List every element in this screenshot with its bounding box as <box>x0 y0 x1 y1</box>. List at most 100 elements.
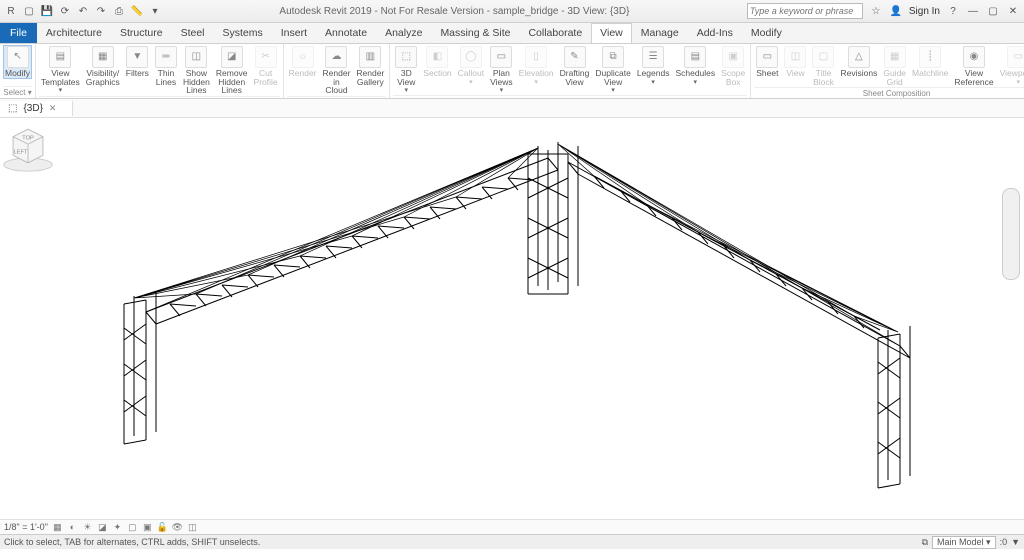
help-search-input[interactable] <box>747 3 863 19</box>
window-title: Autodesk Revit 2019 - Not For Resale Ver… <box>162 6 747 17</box>
filters-button[interactable]: ▼Filters <box>124 45 151 79</box>
matchline-icon: ┋ <box>919 46 941 68</box>
panel-presentation: ☼Render ☁Render in Cloud ▥Render Gallery… <box>284 44 391 98</box>
drafting-icon: ✎ <box>564 46 586 68</box>
panel-label[interactable]: Select ▾ <box>3 86 32 98</box>
panel-select: ↖Modify Select ▾ <box>0 44 36 98</box>
close-tab-icon[interactable]: ✕ <box>49 103 57 114</box>
thin-lines-button[interactable]: ═Thin Lines <box>153 45 179 87</box>
tab-systems[interactable]: Systems <box>214 23 272 43</box>
remove-hidden-button[interactable]: ◪Remove Hidden Lines <box>214 45 250 96</box>
view-icon: ◫ <box>784 46 806 68</box>
modify-button[interactable]: ↖Modify <box>3 45 32 79</box>
scale-selector[interactable]: 1/8" = 1'-0" <box>4 522 48 532</box>
title-bar: R ▢ 💾 ⟳ ↶ ↷ ⎙ 📏 ▾ Autodesk Revit 2019 - … <box>0 0 1024 23</box>
titleblock-icon: ▢ <box>812 46 834 68</box>
print-icon[interactable]: ⎙ <box>112 4 126 18</box>
duplicate-icon: ⧉ <box>602 46 624 68</box>
tab-annotate[interactable]: Annotate <box>316 23 376 43</box>
viewref-icon: ◉ <box>963 46 985 68</box>
sync-icon[interactable]: ⟳ <box>58 4 72 18</box>
save-icon[interactable]: 💾 <box>40 4 54 18</box>
guide-grid-button: ▦Guide Grid <box>881 45 908 87</box>
maximize-icon[interactable]: ▢ <box>986 4 1000 18</box>
drafting-view-button[interactable]: ✎Drafting View <box>558 45 592 87</box>
view-cube[interactable]: TOP LEFT <box>0 118 56 174</box>
viewports-button: ▭Viewports▾ <box>998 45 1024 87</box>
render-cloud-button[interactable]: ☁Render in Cloud <box>321 45 353 96</box>
plan-views-button[interactable]: ▭Plan Views▾ <box>488 45 515 95</box>
file-tab[interactable]: File <box>0 23 37 43</box>
tab-analyze[interactable]: Analyze <box>376 23 431 43</box>
measure-icon[interactable]: 📏 <box>130 4 144 18</box>
tab-steel[interactable]: Steel <box>172 23 214 43</box>
view-reference-button[interactable]: ◉View Reference <box>952 45 995 87</box>
redo-icon[interactable]: ↷ <box>94 4 108 18</box>
filter-icon[interactable]: ▼ <box>1011 537 1020 547</box>
panel-sheet: ▭Sheet ◫View ▢Title Block △Revisions ▦Gu… <box>751 44 1024 98</box>
section-button: ◧Section <box>421 45 453 79</box>
revisions-button[interactable]: △Revisions <box>838 45 879 79</box>
cut-icon: ✂ <box>255 46 277 68</box>
panel-create: ⬚3D View▾ ◧Section ◯Callout▾ ▭Plan Views… <box>390 44 751 98</box>
sun-path-icon[interactable]: ☀ <box>82 522 93 533</box>
reveal-hidden-icon[interactable]: ◫ <box>187 522 198 533</box>
tab-collaborate[interactable]: Collaborate <box>519 23 591 43</box>
tab-view[interactable]: View <box>591 23 632 43</box>
tab-architecture[interactable]: Architecture <box>37 23 111 43</box>
tab-manage[interactable]: Manage <box>632 23 688 43</box>
render-button: ☼Render <box>287 45 319 79</box>
quick-access-toolbar: R ▢ 💾 ⟳ ↶ ↷ ⎙ 📏 ▾ <box>4 4 162 18</box>
subscription-icon[interactable]: ☆ <box>869 4 883 18</box>
unlocked-icon[interactable]: 🔓 <box>157 522 168 533</box>
render-gallery-button[interactable]: ▥Render Gallery <box>354 45 386 87</box>
schedules-button[interactable]: ▤Schedules▾ <box>673 45 717 87</box>
tab-addins[interactable]: Add-Ins <box>688 23 742 43</box>
elevation-button: ▯Elevation▾ <box>517 45 556 87</box>
sheet-button[interactable]: ▭Sheet <box>754 45 780 79</box>
legends-button[interactable]: ☰Legends▾ <box>635 45 672 87</box>
duplicate-view-button[interactable]: ⧉Duplicate View▾ <box>593 45 632 95</box>
vg-icon: ▦ <box>92 46 114 68</box>
tab-modify[interactable]: Modify <box>742 23 791 43</box>
navigation-bar[interactable] <box>1002 188 1020 280</box>
rendering-icon[interactable]: ✦ <box>112 522 123 533</box>
3d-viewport[interactable]: TOP LEFT 1/8" = 1'-0" ▦ ◐ ☀ ◪ ✦ ▢ ▣ 🔓 👁 … <box>0 118 1024 534</box>
temp-hide-icon[interactable]: 👁 <box>172 522 183 533</box>
tab-insert[interactable]: Insert <box>272 23 316 43</box>
place-view-button: ◫View <box>782 45 808 79</box>
minimize-icon[interactable]: — <box>966 4 980 18</box>
legend-icon: ☰ <box>642 46 664 68</box>
svg-text:TOP: TOP <box>22 135 34 141</box>
crop-region-icon[interactable]: ▣ <box>142 522 153 533</box>
visual-style-icon[interactable]: ◐ <box>67 522 78 533</box>
callout-icon: ◯ <box>460 46 482 68</box>
help-icon[interactable]: ? <box>946 4 960 18</box>
document-tab-3d[interactable]: ⬚ {3D} ✕ <box>0 101 73 116</box>
3d-view-button[interactable]: ⬚3D View▾ <box>393 45 419 95</box>
undo-icon[interactable]: ↶ <box>76 4 90 18</box>
workset-icon[interactable]: ⧉ <box>922 537 928 548</box>
scope-icon: ▣ <box>722 46 744 68</box>
plan-icon: ▭ <box>490 46 512 68</box>
open-icon[interactable]: ▢ <box>22 4 36 18</box>
tab-structure[interactable]: Structure <box>111 23 172 43</box>
view-templates-button[interactable]: ▤View Templates▾ <box>39 45 82 95</box>
sheet-icon: ▭ <box>756 46 778 68</box>
visibility-graphics-button[interactable]: ▦Visibility/ Graphics <box>84 45 122 87</box>
close-icon[interactable]: ✕ <box>1006 4 1020 18</box>
show-hidden-button[interactable]: ◫Show Hidden Lines <box>181 45 212 96</box>
panel-graphics: ▤View Templates▾ ▦Visibility/ Graphics ▼… <box>36 44 284 98</box>
viewport-icon: ▭ <box>1007 46 1024 68</box>
thin-lines-icon: ═ <box>155 46 177 68</box>
crop-view-icon[interactable]: ▢ <box>127 522 138 533</box>
shadows-icon[interactable]: ◪ <box>97 522 108 533</box>
cloud-icon: ☁ <box>325 46 347 68</box>
status-hint: Click to select, TAB for alternates, CTR… <box>4 537 260 547</box>
account-icon[interactable]: 👤 <box>889 4 903 18</box>
qat-more-icon[interactable]: ▾ <box>148 4 162 18</box>
detail-level-icon[interactable]: ▦ <box>52 522 63 533</box>
tab-massing[interactable]: Massing & Site <box>431 23 519 43</box>
sign-in-link[interactable]: Sign In <box>909 6 940 17</box>
workset-dropdown[interactable]: Main Model ▾ <box>932 536 996 549</box>
